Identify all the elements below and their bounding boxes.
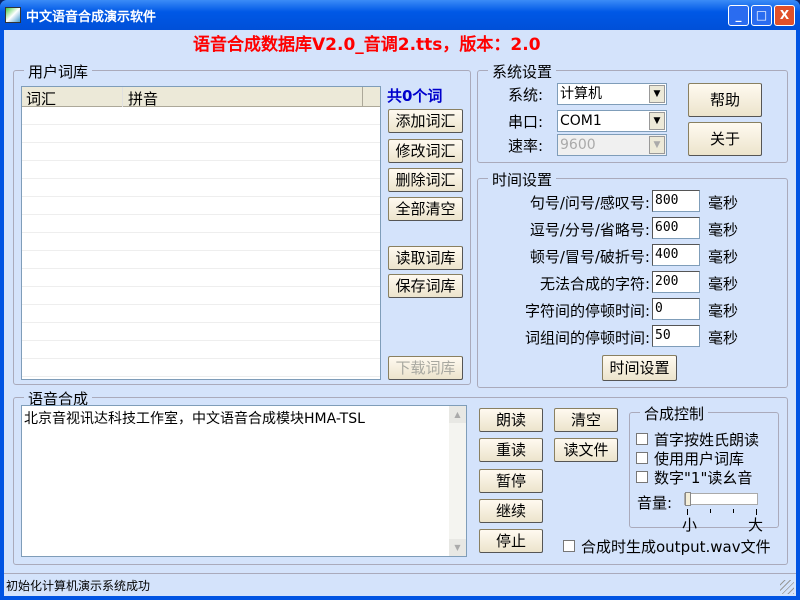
dropdown-arrow-icon: ▼ [649,85,665,103]
system-label: 系统: [508,86,544,104]
timing-unit: 毫秒 [708,302,739,320]
word-count: 共0个词 [387,87,443,105]
close-button[interactable]: X [774,5,795,26]
status-bar: 初始化计算机演示系统成功 [4,573,796,596]
volume-slider-thumb[interactable] [685,492,691,506]
column-header-pinyin[interactable]: 拼音 [128,88,158,109]
status-text: 初始化计算机演示系统成功 [6,579,151,593]
minimize-button[interactable]: _ [728,5,749,26]
rate-select[interactable]: 9600 ▼ [557,134,667,156]
resize-grip-icon[interactable] [780,580,794,594]
load-lexicon-button[interactable]: 读取词库 [388,246,463,270]
wav-output-label: 合成时生成output.wav文件 [581,538,771,556]
surname-label: 首字按姓氏朗读 [654,431,760,449]
timing-label: 字符间的停顿时间: [524,302,650,320]
volume-slider[interactable] [684,492,758,506]
system-value: 计算机 [560,86,602,102]
download-lexicon-button[interactable]: 下载词库 [388,356,463,380]
timing-input[interactable]: 0 [652,298,700,320]
digit-one-checkbox[interactable] [636,471,648,483]
timing-unit: 毫秒 [708,329,739,347]
about-button[interactable]: 关于 [688,122,762,156]
pause-button[interactable]: 暂停 [479,469,543,493]
maximize-button[interactable]: □ [751,5,772,26]
help-button[interactable]: 帮助 [688,83,762,117]
lexicon-list[interactable]: 词汇 拼音 [21,86,381,380]
wav-output-checkbox[interactable] [563,540,575,552]
read-button[interactable]: 朗读 [479,408,543,432]
app-icon [5,7,21,23]
timing-unit: 毫秒 [708,248,739,266]
slider-tick [733,509,734,513]
save-lexicon-button[interactable]: 保存词库 [388,274,463,298]
control-legend: 合成控制 [640,403,709,424]
vertical-scrollbar[interactable]: ▲ ▼ [449,406,466,556]
column-header-word[interactable]: 词汇 [26,88,56,109]
edit-word-button[interactable]: 修改词汇 [388,139,463,163]
synthesis-text: 北京音视讯达科技工作室，中文语音合成模块HMA-TSL [24,411,365,427]
clear-all-button[interactable]: 全部清空 [388,197,463,221]
window-title: 中文语音合成演示软件 [26,10,157,25]
rate-value: 9600 [560,137,596,153]
timing-legend: 时间设置 [488,169,557,190]
slider-tick [710,509,711,513]
volume-label: 音量: [637,494,673,512]
clear-button[interactable]: 清空 [554,408,618,432]
resume-button[interactable]: 继续 [479,499,543,523]
timing-unit: 毫秒 [708,275,739,293]
reread-button[interactable]: 重读 [479,438,543,462]
timing-label: 词组间的停顿时间: [524,329,650,347]
volume-min-label: 小 [682,516,698,534]
apply-timing-button[interactable]: 时间设置 [602,355,677,381]
timing-label: 句号/问号/感叹号: [529,194,650,212]
read-file-button[interactable]: 读文件 [554,438,618,462]
system-select[interactable]: 计算机 ▼ [557,83,667,105]
digit-one-label: 数字"1"读幺音 [654,469,753,487]
port-select[interactable]: COM1 ▼ [557,110,667,132]
scroll-down-icon[interactable]: ▼ [449,539,466,556]
timing-label: 逗号/分号/省略号: [529,221,650,239]
port-label: 串口: [508,113,544,131]
surname-checkbox[interactable] [636,433,648,445]
scroll-up-icon[interactable]: ▲ [449,406,466,423]
timing-label: 顿号/冒号/破折号: [529,248,650,266]
timing-input[interactable]: 400 [652,244,700,266]
timing-input[interactable]: 800 [652,190,700,212]
rate-label: 速率: [508,137,544,155]
delete-word-button[interactable]: 删除词汇 [388,168,463,192]
timing-input[interactable]: 50 [652,325,700,347]
stop-button[interactable]: 停止 [479,529,543,553]
app-window: 中文语音合成演示软件 _ □ X 语音合成数据库V2.0_音调2.tts，版本：… [0,0,800,600]
dropdown-arrow-icon: ▼ [649,136,665,154]
volume-max-label: 大 [748,516,764,534]
timing-label: 无法合成的字符: [539,275,650,293]
banner-title: 语音合成数据库V2.0_音调2.tts，版本：2.0 [193,35,541,55]
dropdown-arrow-icon: ▼ [649,112,665,130]
user-lexicon-checkbox[interactable] [636,452,648,464]
client-area: 语音合成数据库V2.0_音调2.tts，版本：2.0 用户词库 词汇 拼音 共0… [4,30,796,596]
user-lexicon-label: 使用用户词库 [654,450,745,468]
port-value: COM1 [560,113,602,129]
system-legend: 系统设置 [488,61,557,82]
timing-unit: 毫秒 [708,194,739,212]
lexicon-legend: 用户词库 [24,61,93,82]
timing-unit: 毫秒 [708,221,739,239]
timing-input[interactable]: 200 [652,271,700,293]
timing-input[interactable]: 600 [652,217,700,239]
synthesis-text-area[interactable]: 北京音视讯达科技工作室，中文语音合成模块HMA-TSL ▲ ▼ [21,405,467,557]
title-bar[interactable]: 中文语音合成演示软件 _ □ X [0,0,800,30]
add-word-button[interactable]: 添加词汇 [388,109,463,133]
